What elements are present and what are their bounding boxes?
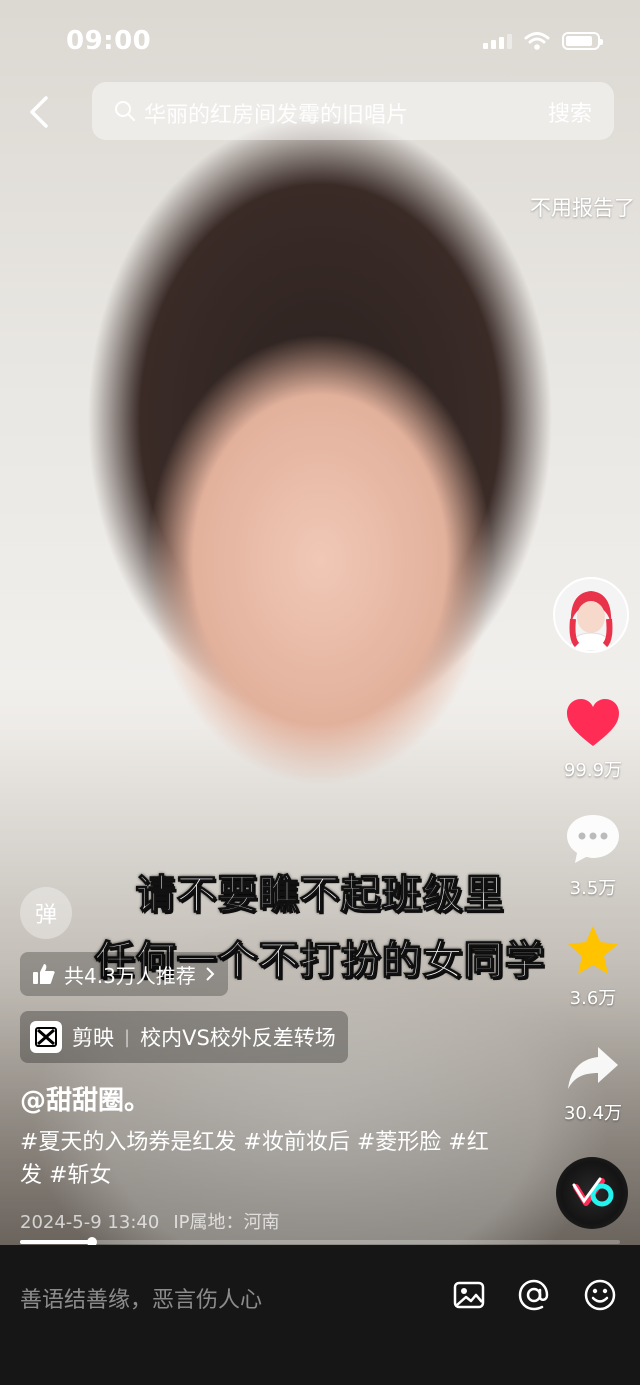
cellular-signal-icon [483, 33, 512, 49]
wifi-icon [524, 32, 550, 50]
danmu-label: 弹 [34, 903, 57, 928]
ip-location: IP属地：河南 [173, 1212, 280, 1233]
separator: | [124, 1026, 131, 1048]
author-name[interactable]: @甜甜圈。 [20, 1080, 150, 1117]
share-arrow-icon[interactable] [566, 1045, 620, 1091]
search-button[interactable]: 搜索 [548, 96, 592, 128]
image-icon[interactable] [452, 1278, 486, 1312]
danmu-toggle-button[interactable]: 弹 [20, 887, 72, 939]
like-action[interactable]: 99.9万 [543, 698, 640, 782]
share-action[interactable]: 30.4万 [543, 1045, 640, 1125]
thumbs-up-icon [33, 964, 55, 984]
emoji-icon[interactable] [583, 1278, 617, 1312]
heart-icon[interactable] [565, 698, 621, 748]
recommend-text: 共4.3万人推荐 [64, 963, 196, 988]
video-caption-line1: 请不要瞧不起班级里 [135, 871, 505, 918]
video-meta: 2024-5-9 13:40 IP属地：河南 [20, 1208, 279, 1234]
chevron-right-icon [206, 967, 215, 981]
video-progress-fill [20, 1240, 92, 1244]
capcut-template-name: 校内VS校外反差转场 [140, 1026, 336, 1050]
comment-input[interactable]: 善语结善缘，恶言伤人心 [20, 1282, 262, 1314]
comment-bar [0, 1245, 640, 1385]
back-icon[interactable] [22, 94, 58, 130]
capcut-logo-icon [30, 1021, 62, 1053]
post-date: 2024-5-9 13:40 [20, 1212, 160, 1233]
battery-icon [562, 32, 603, 50]
status-time: 09:00 [66, 26, 152, 56]
search-icon [115, 101, 135, 121]
video-progress-bar[interactable] [20, 1240, 620, 1244]
search-bar[interactable]: 华丽的红房间发霉的旧唱片 搜索 [92, 82, 614, 140]
music-disc-button[interactable] [556, 1157, 628, 1229]
search-query[interactable]: 华丽的红房间发霉的旧唱片 [144, 97, 408, 129]
related-search-tag[interactable]: 不用报告了 [530, 192, 640, 222]
status-bar: 09:00 [0, 0, 640, 80]
avatar-image [555, 579, 627, 651]
recommend-chip[interactable]: 共4.3万人推荐 [20, 952, 228, 996]
status-icons [483, 31, 603, 51]
like-count: 99.9万 [563, 760, 623, 781]
favorite-count: 3.6万 [569, 988, 617, 1009]
share-count: 30.4万 [563, 1103, 623, 1124]
mention-icon[interactable] [517, 1278, 551, 1312]
music-logo-icon [572, 1177, 614, 1207]
video-description[interactable]: #夏天的入场券是红发 #妆前妆后 #菱形脸 #红发 #斩女 [20, 1126, 500, 1192]
capcut-template-chip[interactable]: 剪映 | 校内VS校外反差转场 [20, 1011, 348, 1063]
author-avatar[interactable] [553, 577, 629, 653]
comment-icon[interactable] [565, 812, 621, 866]
capcut-app-name: 剪映 [72, 1026, 114, 1050]
